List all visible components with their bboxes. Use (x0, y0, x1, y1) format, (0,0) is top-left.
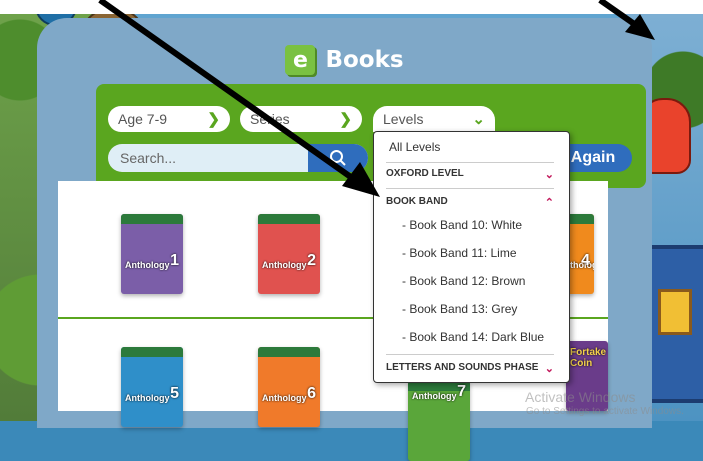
annotation-arrow-overlay (98, 0, 655, 197)
annotation-arrowhead-icon (342, 162, 380, 197)
annotation-arrow-line (98, 0, 357, 183)
